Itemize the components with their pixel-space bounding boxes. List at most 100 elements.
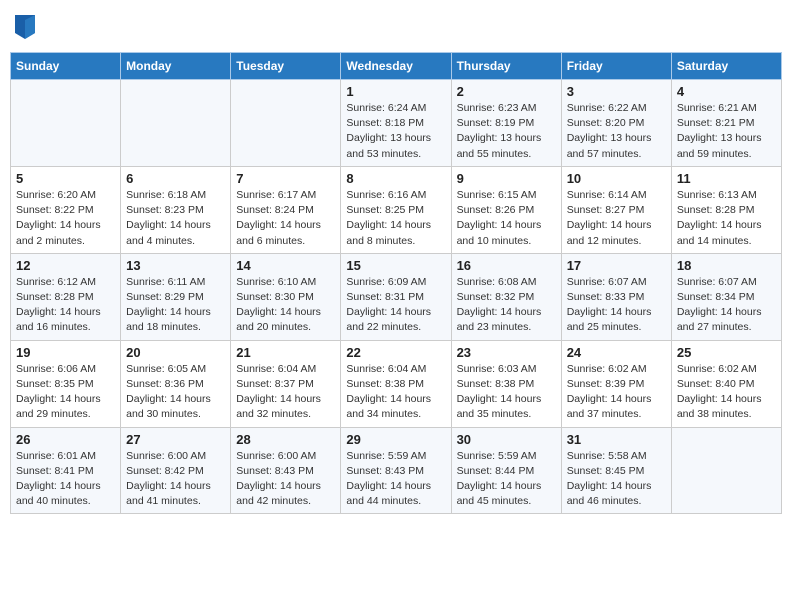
calendar-cell: 29Sunrise: 5:59 AM Sunset: 8:43 PM Dayli… — [341, 427, 451, 514]
day-info: Sunrise: 6:23 AM Sunset: 8:19 PM Dayligh… — [457, 101, 556, 162]
calendar-cell: 2 Sunrise: 6:23 AM Sunset: 8:19 PM Daylig… — [451, 80, 561, 167]
day-number: 1 — [346, 84, 445, 99]
calendar-cell: 8Sunrise: 6:16 AM Sunset: 8:25 PM Daylig… — [341, 166, 451, 253]
day-info: Sunrise: 6:09 AM Sunset: 8:31 PM Dayligh… — [346, 275, 445, 336]
calendar-cell: 5Sunrise: 6:20 AM Sunset: 8:22 PM Daylig… — [11, 166, 121, 253]
day-number: 17 — [567, 258, 666, 273]
calendar-cell: 31 Sunrise: 5:58 AM Sunset: 8:45 PM Dayli… — [561, 427, 671, 514]
column-header-friday: Friday — [561, 53, 671, 80]
day-info: Sunrise: 6:02 AM Sunset: 8:40 PM Dayligh… — [677, 362, 776, 423]
calendar-week-1: 1 Sunrise: 6:24 AM Sunset: 8:18 PM Daylig… — [11, 80, 782, 167]
calendar-cell: 23 Sunrise: 6:03 AM Sunset: 8:38 PM Dayli… — [451, 340, 561, 427]
calendar-week-2: 5Sunrise: 6:20 AM Sunset: 8:22 PM Daylig… — [11, 166, 782, 253]
column-header-tuesday: Tuesday — [231, 53, 341, 80]
day-info: Sunrise: 6:08 AM Sunset: 8:32 PM Dayligh… — [457, 275, 556, 336]
day-info: Sunrise: 5:58 AM Sunset: 8:45 PM Dayligh… — [567, 449, 666, 510]
day-info: Sunrise: 6:20 AM Sunset: 8:22 PM Dayligh… — [16, 188, 115, 249]
calendar-cell: 20 Sunrise: 6:05 AM Sunset: 8:36 PM Dayli… — [121, 340, 231, 427]
day-number: 30 — [457, 432, 556, 447]
calendar-cell: 14 Sunrise: 6:10 AM Sunset: 8:30 PM Dayli… — [231, 253, 341, 340]
calendar-cell: 21 Sunrise: 6:04 AM Sunset: 8:37 PM Dayli… — [231, 340, 341, 427]
column-header-sunday: Sunday — [11, 53, 121, 80]
day-info: Sunrise: 6:01 AM Sunset: 8:41 PM Dayligh… — [16, 449, 115, 510]
calendar-cell: 9 Sunrise: 6:15 AM Sunset: 8:26 PM Daylig… — [451, 166, 561, 253]
day-number: 15 — [346, 258, 445, 273]
day-number: 20 — [126, 345, 225, 360]
calendar-cell: 12 Sunrise: 6:12 AM Sunset: 8:28 PM Dayli… — [11, 253, 121, 340]
column-header-thursday: Thursday — [451, 53, 561, 80]
day-info: Sunrise: 6:02 AM Sunset: 8:39 PM Dayligh… — [567, 362, 666, 423]
calendar-table: SundayMondayTuesdayWednesdayThursdayFrid… — [10, 52, 782, 514]
calendar-cell: 18 Sunrise: 6:07 AM Sunset: 8:34 PM Dayli… — [671, 253, 781, 340]
calendar-cell: 22Sunrise: 6:04 AM Sunset: 8:38 PM Dayli… — [341, 340, 451, 427]
day-info: Sunrise: 6:15 AM Sunset: 8:26 PM Dayligh… — [457, 188, 556, 249]
day-number: 10 — [567, 171, 666, 186]
calendar-cell — [121, 80, 231, 167]
calendar-cell — [231, 80, 341, 167]
logo — [15, 15, 38, 39]
day-number: 28 — [236, 432, 335, 447]
logo-icon — [15, 15, 35, 39]
day-info: Sunrise: 6:00 AM Sunset: 8:42 PM Dayligh… — [126, 449, 225, 510]
day-number: 2 — [457, 84, 556, 99]
day-info: Sunrise: 6:06 AM Sunset: 8:35 PM Dayligh… — [16, 362, 115, 423]
day-number: 25 — [677, 345, 776, 360]
column-header-wednesday: Wednesday — [341, 53, 451, 80]
day-info: Sunrise: 6:24 AM Sunset: 8:18 PM Dayligh… — [346, 101, 445, 162]
day-info: Sunrise: 6:07 AM Sunset: 8:33 PM Dayligh… — [567, 275, 666, 336]
day-info: Sunrise: 6:13 AM Sunset: 8:28 PM Dayligh… — [677, 188, 776, 249]
calendar-cell — [11, 80, 121, 167]
day-info: Sunrise: 6:05 AM Sunset: 8:36 PM Dayligh… — [126, 362, 225, 423]
calendar-cell: 13Sunrise: 6:11 AM Sunset: 8:29 PM Dayli… — [121, 253, 231, 340]
day-number: 18 — [677, 258, 776, 273]
day-info: Sunrise: 6:11 AM Sunset: 8:29 PM Dayligh… — [126, 275, 225, 336]
day-number: 4 — [677, 84, 776, 99]
calendar-cell: 7 Sunrise: 6:17 AM Sunset: 8:24 PM Daylig… — [231, 166, 341, 253]
calendar-week-5: 26Sunrise: 6:01 AM Sunset: 8:41 PM Dayli… — [11, 427, 782, 514]
column-header-saturday: Saturday — [671, 53, 781, 80]
day-info: Sunrise: 6:04 AM Sunset: 8:37 PM Dayligh… — [236, 362, 335, 423]
day-number: 11 — [677, 171, 776, 186]
calendar-cell — [671, 427, 781, 514]
day-number: 12 — [16, 258, 115, 273]
calendar-cell: 11 Sunrise: 6:13 AM Sunset: 8:28 PM Dayli… — [671, 166, 781, 253]
day-info: Sunrise: 6:07 AM Sunset: 8:34 PM Dayligh… — [677, 275, 776, 336]
day-number: 9 — [457, 171, 556, 186]
calendar-week-3: 12 Sunrise: 6:12 AM Sunset: 8:28 PM Dayli… — [11, 253, 782, 340]
day-number: 14 — [236, 258, 335, 273]
day-number: 29 — [346, 432, 445, 447]
day-info: Sunrise: 5:59 AM Sunset: 8:44 PM Dayligh… — [457, 449, 556, 510]
column-header-monday: Monday — [121, 53, 231, 80]
day-number: 21 — [236, 345, 335, 360]
day-info: Sunrise: 6:16 AM Sunset: 8:25 PM Dayligh… — [346, 188, 445, 249]
calendar-cell: 24Sunrise: 6:02 AM Sunset: 8:39 PM Dayli… — [561, 340, 671, 427]
calendar-header-row: SundayMondayTuesdayWednesdayThursdayFrid… — [11, 53, 782, 80]
calendar-cell: 10 Sunrise: 6:14 AM Sunset: 8:27 PM Dayli… — [561, 166, 671, 253]
day-number: 3 — [567, 84, 666, 99]
page-header — [10, 10, 782, 44]
day-info: Sunrise: 6:21 AM Sunset: 8:21 PM Dayligh… — [677, 101, 776, 162]
day-number: 22 — [346, 345, 445, 360]
day-info: Sunrise: 6:14 AM Sunset: 8:27 PM Dayligh… — [567, 188, 666, 249]
day-number: 23 — [457, 345, 556, 360]
day-info: Sunrise: 6:17 AM Sunset: 8:24 PM Dayligh… — [236, 188, 335, 249]
calendar-cell: 30 Sunrise: 5:59 AM Sunset: 8:44 PM Dayli… — [451, 427, 561, 514]
day-number: 6 — [126, 171, 225, 186]
calendar-cell: 17 Sunrise: 6:07 AM Sunset: 8:33 PM Dayli… — [561, 253, 671, 340]
day-number: 7 — [236, 171, 335, 186]
calendar-cell: 27 Sunrise: 6:00 AM Sunset: 8:42 PM Dayli… — [121, 427, 231, 514]
calendar-cell: 6 Sunrise: 6:18 AM Sunset: 8:23 PM Daylig… — [121, 166, 231, 253]
day-number: 27 — [126, 432, 225, 447]
day-info: Sunrise: 6:03 AM Sunset: 8:38 PM Dayligh… — [457, 362, 556, 423]
calendar-cell: 15 Sunrise: 6:09 AM Sunset: 8:31 PM Dayli… — [341, 253, 451, 340]
day-number: 19 — [16, 345, 115, 360]
day-number: 16 — [457, 258, 556, 273]
calendar-cell: 4 Sunrise: 6:21 AM Sunset: 8:21 PM Daylig… — [671, 80, 781, 167]
calendar-week-4: 19 Sunrise: 6:06 AM Sunset: 8:35 PM Dayli… — [11, 340, 782, 427]
day-number: 31 — [567, 432, 666, 447]
day-info: Sunrise: 6:12 AM Sunset: 8:28 PM Dayligh… — [16, 275, 115, 336]
day-info: Sunrise: 6:18 AM Sunset: 8:23 PM Dayligh… — [126, 188, 225, 249]
calendar-cell: 3Sunrise: 6:22 AM Sunset: 8:20 PM Daylig… — [561, 80, 671, 167]
day-info: Sunrise: 6:00 AM Sunset: 8:43 PM Dayligh… — [236, 449, 335, 510]
day-info: Sunrise: 6:10 AM Sunset: 8:30 PM Dayligh… — [236, 275, 335, 336]
